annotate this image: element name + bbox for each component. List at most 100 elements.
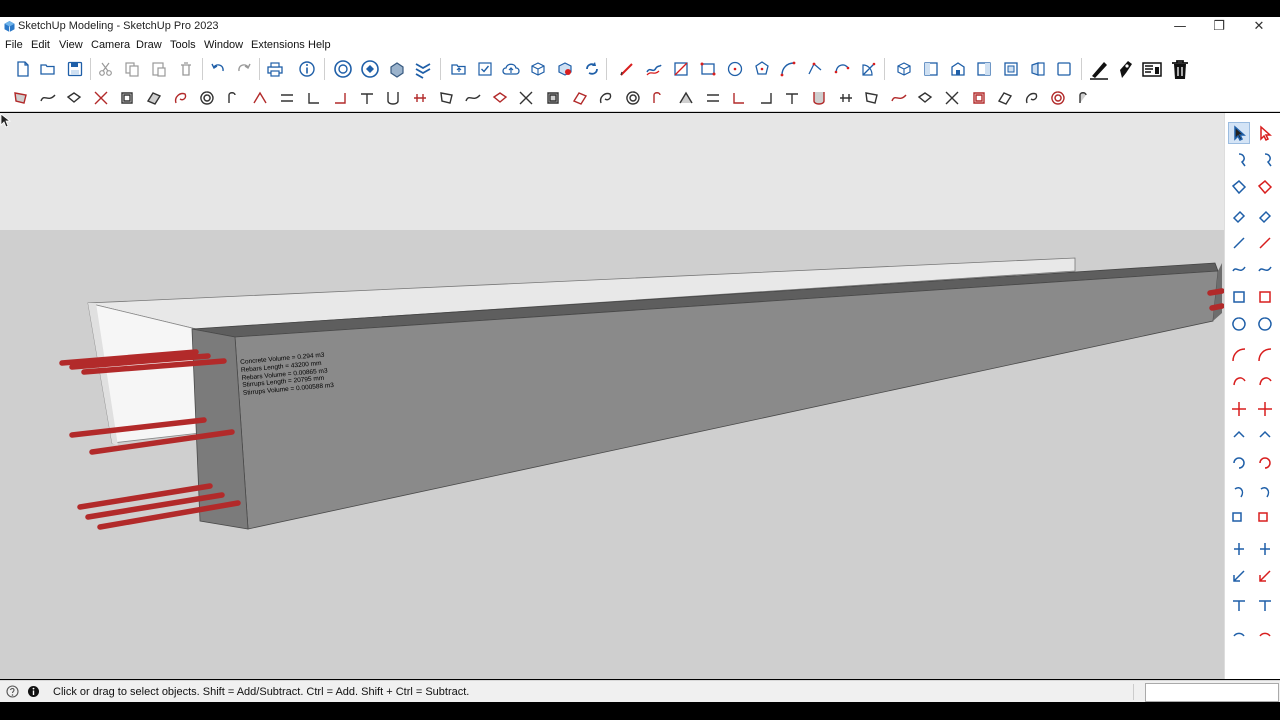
info-icon[interactable] [27,685,40,698]
stirrup-ring-icon[interactable] [196,87,218,109]
stirrup-spiral-icon[interactable] [170,87,192,109]
menu-help[interactable]: Help [308,39,331,51]
rebar-spline-icon[interactable] [37,87,59,109]
walk-icon[interactable] [1254,594,1276,616]
collaborate-icon[interactable] [554,58,576,80]
position-camera-icon[interactable] [1228,594,1250,616]
erase-delete-icon[interactable] [175,58,197,80]
stair-icon[interactable] [622,87,644,109]
zoom-icon[interactable] [1228,538,1250,560]
orbit-icon[interactable] [1254,508,1276,530]
freehand-tool-icon[interactable] [1254,205,1276,227]
drawing-viewport[interactable]: Concrete Volume = 0.294 m3 Rebars Length… [0,113,1224,679]
cut-icon[interactable] [95,58,117,80]
mesh-icon[interactable] [489,87,511,109]
u-bar-icon[interactable] [382,87,404,109]
rectangle-tool-icon[interactable] [1228,232,1250,254]
spring-icon[interactable] [994,87,1016,109]
corner-l-icon[interactable] [303,87,325,109]
rotate-tool-icon[interactable] [1228,371,1250,393]
paint-eraser-icon[interactable] [1254,176,1276,198]
link-icon[interactable] [409,87,431,109]
zoom-window-icon[interactable] [1254,538,1276,560]
circle-tool-icon[interactable] [1228,259,1250,281]
lasso-select-icon[interactable] [1254,122,1276,144]
share-component-icon[interactable] [386,58,408,80]
move-tool-icon[interactable] [1228,344,1250,366]
layer-icon[interactable] [755,87,777,109]
back-view-icon[interactable] [1000,58,1022,80]
reference-model-icon[interactable] [527,58,549,80]
right-view-icon[interactable] [973,58,995,80]
menu-window[interactable]: Window [204,39,243,51]
rotated-rectangle-icon[interactable] [697,58,719,80]
stirrup-oblique-icon[interactable] [143,87,165,109]
rebar-path-icon[interactable] [10,87,32,109]
fan-icon[interactable] [675,87,697,109]
menu-extensions[interactable]: Extensions [251,39,305,51]
fan-3-icon[interactable] [728,87,750,109]
pie-tool-icon[interactable] [1254,313,1276,335]
3-point-arc-tool-icon[interactable] [1228,313,1250,335]
grid-2-icon[interactable] [888,87,910,109]
wall-icon[interactable] [595,87,617,109]
hook-icon[interactable] [223,87,245,109]
arch-icon[interactable] [835,87,857,109]
previous-view-icon[interactable] [1254,565,1276,587]
diagonal-icon[interactable] [648,87,670,109]
front-view-icon[interactable] [947,58,969,80]
select-arrow-icon[interactable] [1228,122,1250,144]
fan-2-icon[interactable] [702,87,724,109]
bottom-view-icon[interactable] [1053,58,1075,80]
menu-draw[interactable]: Draw [136,39,162,51]
measurements-box[interactable] [1145,683,1279,702]
pencil-line-icon[interactable] [616,58,638,80]
3d-warehouse-icon[interactable] [332,58,354,80]
lap-icon[interactable] [276,87,298,109]
bundle-icon[interactable] [1047,87,1069,109]
eraser-icon[interactable] [1254,149,1276,171]
freehand-icon[interactable] [643,58,665,80]
corner-r-icon[interactable] [329,87,351,109]
menu-edit[interactable]: Edit [31,39,50,51]
minimize-button[interactable]: — [1160,17,1200,37]
2-point-arc-tool-icon[interactable] [1254,286,1276,308]
comb-icon[interactable] [914,87,936,109]
3d-text-icon[interactable] [1254,481,1276,503]
scale-tool-icon[interactable] [1228,398,1250,420]
polygon-icon[interactable] [751,58,773,80]
arc-icon[interactable] [777,58,799,80]
layer-3-icon[interactable] [808,87,830,109]
cone-icon[interactable] [436,87,458,109]
redo-icon[interactable] [233,58,255,80]
rotated-rect-tool-icon[interactable] [1254,232,1276,254]
open-folder-icon[interactable] [37,58,59,80]
stirrup-pen-icon[interactable] [1114,58,1136,80]
sync-icon[interactable] [581,58,603,80]
maximize-button[interactable]: ❐ [1199,17,1239,37]
coil-icon[interactable] [968,87,990,109]
quantity-report-icon[interactable] [1141,58,1163,80]
3-point-arc-icon[interactable] [831,58,853,80]
rectangle-icon[interactable] [670,58,692,80]
section-plane-icon[interactable] [1228,508,1250,530]
paint-bucket-icon[interactable] [1228,149,1250,171]
new-file-icon[interactable] [12,58,34,80]
protractor-icon[interactable] [1254,425,1276,447]
close-button[interactable]: ✕ [1239,17,1279,37]
iso-view-icon[interactable] [893,58,915,80]
sandbox-icon[interactable] [1254,621,1276,643]
paste-icon[interactable] [148,58,170,80]
slab-icon[interactable] [515,87,537,109]
trash-icon[interactable] [1169,58,1191,80]
ring-bar-icon[interactable] [569,87,591,109]
stirrup-rect-icon[interactable] [116,87,138,109]
zoom-extents-icon[interactable] [1228,565,1250,587]
menu-file[interactable]: File [5,39,23,51]
rebar-cross-icon[interactable] [90,87,112,109]
text-tool-icon[interactable] [1254,452,1276,474]
print-icon[interactable] [264,58,286,80]
top-view-icon[interactable] [920,58,942,80]
column-icon[interactable] [462,87,484,109]
rebar-pen-icon[interactable] [1088,58,1110,80]
